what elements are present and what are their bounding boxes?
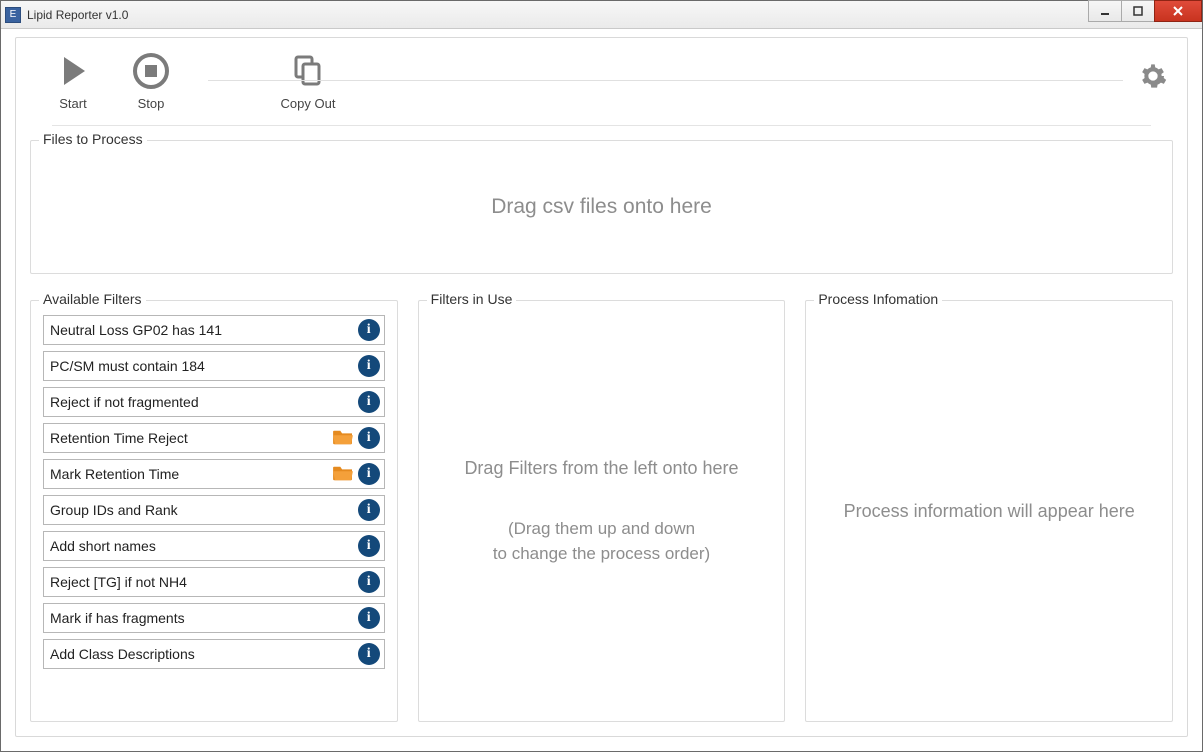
filter-icons: i — [358, 643, 380, 665]
minimize-button[interactable] — [1088, 0, 1122, 22]
available-filters-column: Available Filters Neutral Loss GP02 has … — [30, 300, 398, 722]
folder-icon[interactable] — [332, 464, 354, 485]
filter-icons: i — [332, 427, 380, 449]
columns: Available Filters Neutral Loss GP02 has … — [30, 300, 1173, 722]
play-icon — [50, 48, 96, 94]
filters-in-use-column: Filters in Use Drag Filters from the lef… — [418, 300, 786, 722]
filter-icons: i — [358, 391, 380, 413]
filter-label: Add short names — [50, 538, 358, 554]
filter-item[interactable]: Retention Time Reject i — [43, 423, 385, 453]
filter-item[interactable]: Add short namesi — [43, 531, 385, 561]
filter-label: Retention Time Reject — [50, 430, 332, 446]
filter-icons: i — [358, 535, 380, 557]
filter-icons: i — [358, 499, 380, 521]
filter-label: PC/SM must contain 184 — [50, 358, 358, 374]
toolbar-underline — [52, 125, 1151, 126]
filter-item[interactable]: Neutral Loss GP02 has 141i — [43, 315, 385, 345]
info-icon[interactable]: i — [358, 427, 380, 449]
available-filter-list: Neutral Loss GP02 has 141iPC/SM must con… — [43, 313, 385, 669]
available-filters-panel: Available Filters Neutral Loss GP02 has … — [30, 300, 398, 722]
info-icon[interactable]: i — [358, 643, 380, 665]
process-placeholder-text: Process information will appear here — [844, 498, 1135, 524]
stop-label: Stop — [138, 96, 165, 111]
start-label: Start — [59, 96, 86, 111]
app-icon: E — [5, 7, 21, 23]
available-filters-legend: Available Filters — [39, 291, 146, 307]
filter-item[interactable]: Mark if has fragmentsi — [43, 603, 385, 633]
titlebar[interactable]: E Lipid Reporter v1.0 — [1, 1, 1202, 29]
filter-item[interactable]: Group IDs and Ranki — [43, 495, 385, 525]
files-placeholder: Drag csv files onto here — [491, 195, 712, 219]
files-to-process-panel[interactable]: Files to Process Drag csv files onto her… — [30, 140, 1173, 274]
info-icon[interactable]: i — [358, 571, 380, 593]
stop-button[interactable]: Stop — [116, 48, 186, 111]
info-icon[interactable]: i — [358, 535, 380, 557]
filter-item[interactable]: Reject [TG] if not NH4i — [43, 567, 385, 597]
info-icon[interactable]: i — [358, 355, 380, 377]
filter-item[interactable]: Reject if not fragmentedi — [43, 387, 385, 417]
filters-in-use-panel[interactable]: Filters in Use Drag Filters from the lef… — [418, 300, 786, 722]
copy-icon — [285, 48, 331, 94]
filter-label: Reject [TG] if not NH4 — [50, 574, 358, 590]
inuse-placeholder-line2: (Drag them up and down to change the pro… — [493, 517, 710, 566]
filter-label: Reject if not fragmented — [50, 394, 358, 410]
folder-icon[interactable] — [332, 428, 354, 449]
copy-out-label: Copy Out — [281, 96, 336, 111]
filter-item[interactable]: Mark Retention Time i — [43, 459, 385, 489]
inner-frame: Start Stop — [15, 37, 1188, 737]
filter-label: Group IDs and Rank — [50, 502, 358, 518]
filter-icons: i — [358, 319, 380, 341]
filters-in-use-legend: Filters in Use — [427, 291, 517, 307]
filter-item[interactable]: PC/SM must contain 184i — [43, 351, 385, 381]
stop-icon — [128, 48, 174, 94]
info-icon[interactable]: i — [358, 319, 380, 341]
info-icon[interactable]: i — [358, 463, 380, 485]
window-controls — [1089, 0, 1202, 22]
files-drop-area[interactable]: Drag csv files onto here — [43, 153, 1160, 261]
settings-button[interactable] — [1139, 62, 1167, 93]
gear-icon — [1139, 62, 1167, 90]
info-icon[interactable]: i — [358, 391, 380, 413]
filter-item[interactable]: Add Class Descriptionsi — [43, 639, 385, 669]
close-button[interactable] — [1154, 0, 1202, 22]
inuse-placeholder-line1: Drag Filters from the left onto here — [464, 455, 738, 481]
filter-icons: i — [358, 607, 380, 629]
process-info-placeholder: Process information will appear here — [818, 313, 1160, 709]
files-legend: Files to Process — [39, 131, 147, 147]
toolbar-divider — [208, 80, 1123, 81]
maximize-button[interactable] — [1121, 0, 1155, 22]
filters-in-use-placeholder: Drag Filters from the left onto here (Dr… — [431, 313, 773, 709]
process-info-panel: Process Infomation Process information w… — [805, 300, 1173, 722]
app-window: E Lipid Reporter v1.0 Start — [0, 0, 1203, 752]
filter-label: Mark if has fragments — [50, 610, 358, 626]
toolbar: Start Stop — [30, 48, 1173, 117]
filter-icons: i — [358, 355, 380, 377]
filter-label: Mark Retention Time — [50, 466, 332, 482]
filter-icons: i — [358, 571, 380, 593]
process-info-column: Process Infomation Process information w… — [805, 300, 1173, 722]
window-title: Lipid Reporter v1.0 — [27, 8, 128, 22]
client-area: Start Stop — [1, 29, 1202, 751]
filter-label: Add Class Descriptions — [50, 646, 358, 662]
info-icon[interactable]: i — [358, 607, 380, 629]
start-button[interactable]: Start — [38, 48, 108, 111]
filter-label: Neutral Loss GP02 has 141 — [50, 322, 358, 338]
filter-icons: i — [332, 463, 380, 485]
process-info-legend: Process Infomation — [814, 291, 942, 307]
info-icon[interactable]: i — [358, 499, 380, 521]
